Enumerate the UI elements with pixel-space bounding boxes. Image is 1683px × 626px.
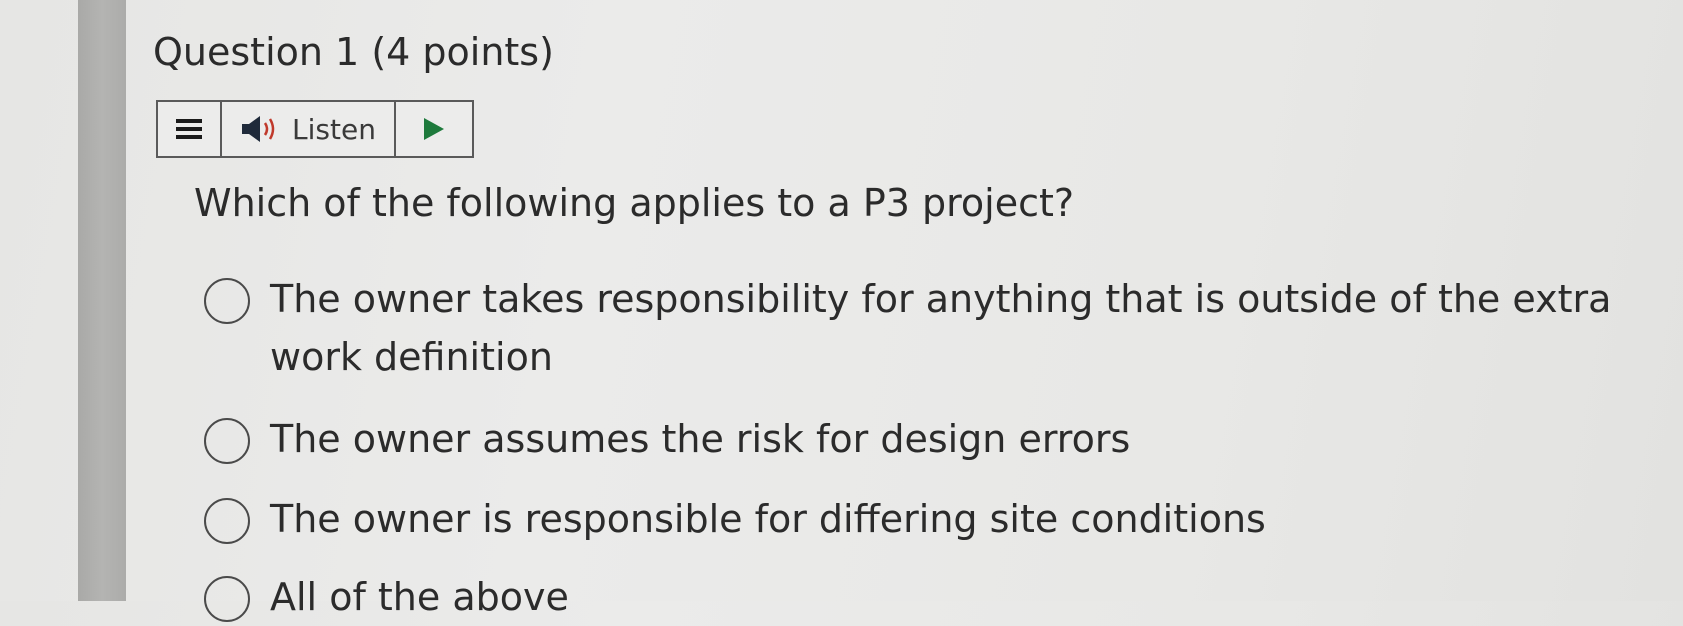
radio-button[interactable] [204,498,250,544]
question-number: Question 1 [153,30,360,74]
answer-option[interactable]: All of the above [204,568,569,626]
listen-button[interactable]: Listen [222,102,396,156]
radio-button[interactable] [204,576,250,622]
listen-label: Listen [292,112,376,146]
answer-option-label: The owner takes responsibility for anyth… [270,277,1612,379]
question-title: Question 1 (4 points) [153,30,554,76]
answer-option-label: The owner is responsible for differing s… [270,497,1266,541]
answer-option[interactable]: The owner assumes the risk for design er… [204,410,1130,468]
radio-button[interactable] [204,418,250,464]
answer-option-label: All of the above [270,575,569,619]
play-icon [424,118,444,140]
left-accent-bar [78,0,126,601]
hamburger-icon [176,119,202,139]
speaker-icon [242,116,275,142]
radio-button[interactable] [204,278,250,324]
answer-option-label: The owner assumes the risk for design er… [270,417,1131,461]
answer-option[interactable]: The owner takes responsibility for anyth… [204,270,1660,386]
question-text: Which of the following applies to a P3 p… [194,181,1075,225]
answer-option[interactable]: The owner is responsible for differing s… [204,490,1266,548]
toolbar-menu-button[interactable] [158,102,222,156]
question-points: (4 points) [371,30,554,74]
play-button[interactable] [396,102,472,156]
readspeaker-toolbar: Listen [156,100,474,158]
